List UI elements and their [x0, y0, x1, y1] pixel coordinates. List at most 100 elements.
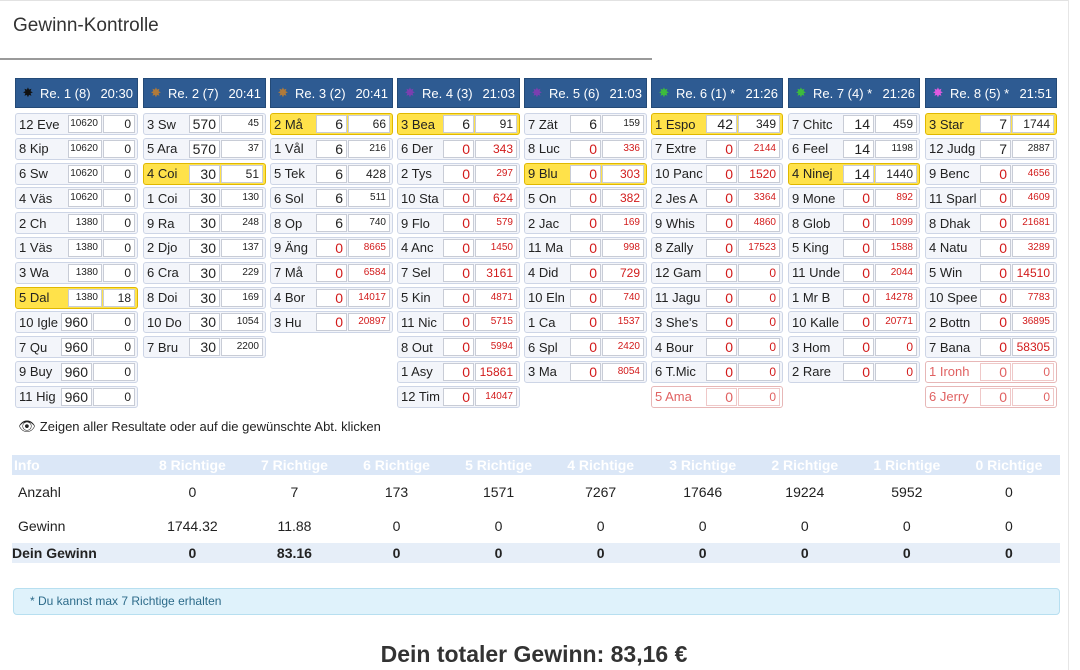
- horse-row[interactable]: 5 Win 0 14510: [925, 261, 1057, 284]
- horse-row[interactable]: 5 Kin 0 4871: [397, 286, 520, 309]
- horse-row[interactable]: 10 Kalle 0 20771: [788, 311, 920, 334]
- horse-row[interactable]: 1 Väs 1380 0: [15, 236, 138, 259]
- horse-row[interactable]: 7 Zät 6 159: [524, 113, 647, 135]
- horse-row[interactable]: 8 Glob 0 1099: [788, 212, 920, 235]
- horse-row[interactable]: 9 Whis 0 4860: [651, 212, 783, 235]
- horse-row[interactable]: 7 Bana 0 58305: [925, 336, 1057, 359]
- horse-row[interactable]: 6 Cra 30 229: [143, 261, 266, 284]
- horse-row[interactable]: 2 Djo 30 137: [143, 236, 266, 259]
- horse-row[interactable]: 1 Asy 0 15861: [397, 360, 520, 383]
- horse-row[interactable]: 6 T.Mic 0 0: [651, 360, 783, 383]
- horse-row[interactable]: 9 Mone 0 892: [788, 187, 920, 210]
- horse-row[interactable]: 6 Spl 0 2420: [524, 336, 647, 359]
- horse-row[interactable]: 6 Der 0 343: [397, 137, 520, 160]
- horse-row[interactable]: 9 Äng 0 8665: [270, 236, 393, 259]
- horse-row[interactable]: 4 Väs 10620 0: [15, 187, 138, 210]
- horse-row[interactable]: 3 Hom 0 0: [788, 336, 920, 359]
- horse-row[interactable]: 12 Judg 7 2887: [925, 137, 1057, 160]
- horse-row[interactable]: 8 Dhak 0 21681: [925, 212, 1057, 235]
- horse-row[interactable]: 3 Bea 6 91: [397, 113, 520, 135]
- horse-row[interactable]: 8 Doi 30 169: [143, 286, 266, 309]
- horse-row[interactable]: 2 Bottn 0 36895: [925, 311, 1057, 334]
- horse-row[interactable]: 6 Sol 6 511: [270, 187, 393, 210]
- results-notice[interactable]: 👁 Zeigen aller Resultate oder auf die ge…: [18, 418, 381, 435]
- horse-row[interactable]: 2 Ch 1380 0: [15, 212, 138, 235]
- horse-row[interactable]: 7 Må 0 6584: [270, 261, 393, 284]
- horse-row[interactable]: 4 Bour 0 0: [651, 336, 783, 359]
- horse-row[interactable]: 5 Ara 570 37: [143, 137, 266, 160]
- horse-row[interactable]: 5 Dal 1380 18: [15, 286, 138, 309]
- horse-row[interactable]: 9 Blu 0 303: [524, 162, 647, 185]
- horse-row[interactable]: 4 Ninej 14 1440: [788, 162, 920, 185]
- horse-row[interactable]: 5 King 0 1588: [788, 236, 920, 259]
- horse-row[interactable]: 4 Anc 0 1450: [397, 236, 520, 259]
- horse-row[interactable]: 1 Coi 30 130: [143, 187, 266, 210]
- race-time: 20:41: [228, 85, 261, 101]
- horse-row[interactable]: 10 Eln 0 740: [524, 286, 647, 309]
- horse-row[interactable]: 11 Hig 960 0: [15, 385, 138, 408]
- horse-row[interactable]: 5 Tek 6 428: [270, 162, 393, 185]
- race-header[interactable]: ✸ Re. 1 (8) 20:30: [15, 78, 138, 108]
- scrollbar-track[interactable]: [1068, 0, 1080, 670]
- horse-row[interactable]: 10 Do 30 1054: [143, 311, 266, 334]
- race-header[interactable]: ✸ Re. 7 (4) * 21:26: [788, 78, 920, 108]
- horse-row[interactable]: 3 Hu 0 20897: [270, 311, 393, 334]
- horse-row[interactable]: 5 Ama 0 0: [651, 385, 783, 408]
- horse-row[interactable]: 3 Wa 1380 0: [15, 261, 138, 284]
- horse-row[interactable]: 3 Sw 570 45: [143, 113, 266, 135]
- horse-row[interactable]: 11 Sparl 0 4609: [925, 187, 1057, 210]
- horse-row[interactable]: 4 Natu 0 3289: [925, 236, 1057, 259]
- horse-row[interactable]: 10 Sta 0 624: [397, 187, 520, 210]
- horse-row[interactable]: 12 Gam 0 0: [651, 261, 783, 284]
- horse-row[interactable]: 1 Ironh 0 0: [925, 360, 1057, 383]
- horse-row[interactable]: 1 Vål 6 216: [270, 137, 393, 160]
- horse-row[interactable]: 10 Igle 960 0: [15, 311, 138, 334]
- horse-row[interactable]: 9 Buy 960 0: [15, 360, 138, 383]
- horse-row[interactable]: 9 Ra 30 248: [143, 212, 266, 235]
- horse-row[interactable]: 6 Jerry 0 0: [925, 385, 1057, 408]
- horse-row[interactable]: 1 Ca 0 1537: [524, 311, 647, 334]
- horse-row[interactable]: 7 Bru 30 2200: [143, 336, 266, 359]
- horse-row[interactable]: 8 Luc 0 336: [524, 137, 647, 160]
- horse-row[interactable]: 1 Mr B 0 14278: [788, 286, 920, 309]
- horse-row[interactable]: 7 Chitc 14 459: [788, 113, 920, 135]
- horse-row[interactable]: 2 Rare 0 0: [788, 360, 920, 383]
- horse-row[interactable]: 9 Flo 0 579: [397, 212, 520, 235]
- horse-row[interactable]: 11 Nic 0 5715: [397, 311, 520, 334]
- race-header[interactable]: ✸ Re. 6 (1) * 21:26: [651, 78, 783, 108]
- horse-row[interactable]: 2 Må 6 66: [270, 113, 393, 135]
- horse-row[interactable]: 10 Spee 0 7783: [925, 286, 1057, 309]
- race-header[interactable]: ✸ Re. 2 (7) 20:41: [143, 78, 266, 108]
- horse-row[interactable]: 9 Benc 0 4656: [925, 162, 1057, 185]
- horse-row[interactable]: 7 Sel 0 3161: [397, 261, 520, 284]
- horse-row[interactable]: 7 Extre 0 2144: [651, 137, 783, 160]
- horse-row[interactable]: 6 Feel 14 1198: [788, 137, 920, 160]
- race-header[interactable]: ✸ Re. 4 (3) 21:03: [397, 78, 520, 108]
- horse-row[interactable]: 8 Kip 10620 0: [15, 137, 138, 160]
- horse-row[interactable]: 4 Coi 30 51: [143, 162, 266, 185]
- horse-row[interactable]: 7 Qu 960 0: [15, 336, 138, 359]
- horse-row[interactable]: 3 Ma 0 8054: [524, 360, 647, 383]
- horse-row[interactable]: 1 Espo 42 349: [651, 113, 783, 135]
- horse-row[interactable]: 10 Panc 0 1520: [651, 162, 783, 185]
- horse-row[interactable]: 3 She's 0 0: [651, 311, 783, 334]
- horse-row[interactable]: 8 Op 6 740: [270, 212, 393, 235]
- race-header[interactable]: ✸ Re. 8 (5) * 21:51: [925, 78, 1057, 108]
- horse-row[interactable]: 4 Did 0 729: [524, 261, 647, 284]
- horse-row[interactable]: 12 Tim 0 14047: [397, 385, 520, 408]
- horse-row[interactable]: 2 Jac 0 169: [524, 212, 647, 235]
- horse-row[interactable]: 2 Tys 0 297: [397, 162, 520, 185]
- horse-row[interactable]: 11 Ma 0 998: [524, 236, 647, 259]
- horse-row[interactable]: 5 On 0 382: [524, 187, 647, 210]
- horse-row[interactable]: 4 Bor 0 14017: [270, 286, 393, 309]
- horse-row[interactable]: 11 Unde 0 2044: [788, 261, 920, 284]
- horse-row[interactable]: 12 Eve 10620 0: [15, 113, 138, 135]
- horse-row[interactable]: 2 Jes A 0 3364: [651, 187, 783, 210]
- race-header[interactable]: ✸ Re. 3 (2) 20:41: [270, 78, 393, 108]
- horse-row[interactable]: 3 Star 7 1744: [925, 113, 1057, 135]
- horse-row[interactable]: 11 Jagu 0 0: [651, 286, 783, 309]
- race-header[interactable]: ✸ Re. 5 (6) 21:03: [524, 78, 647, 108]
- horse-row[interactable]: 6 Sw 10620 0: [15, 162, 138, 185]
- horse-row[interactable]: 8 Zally 0 17523: [651, 236, 783, 259]
- horse-row[interactable]: 8 Out 0 5994: [397, 336, 520, 359]
